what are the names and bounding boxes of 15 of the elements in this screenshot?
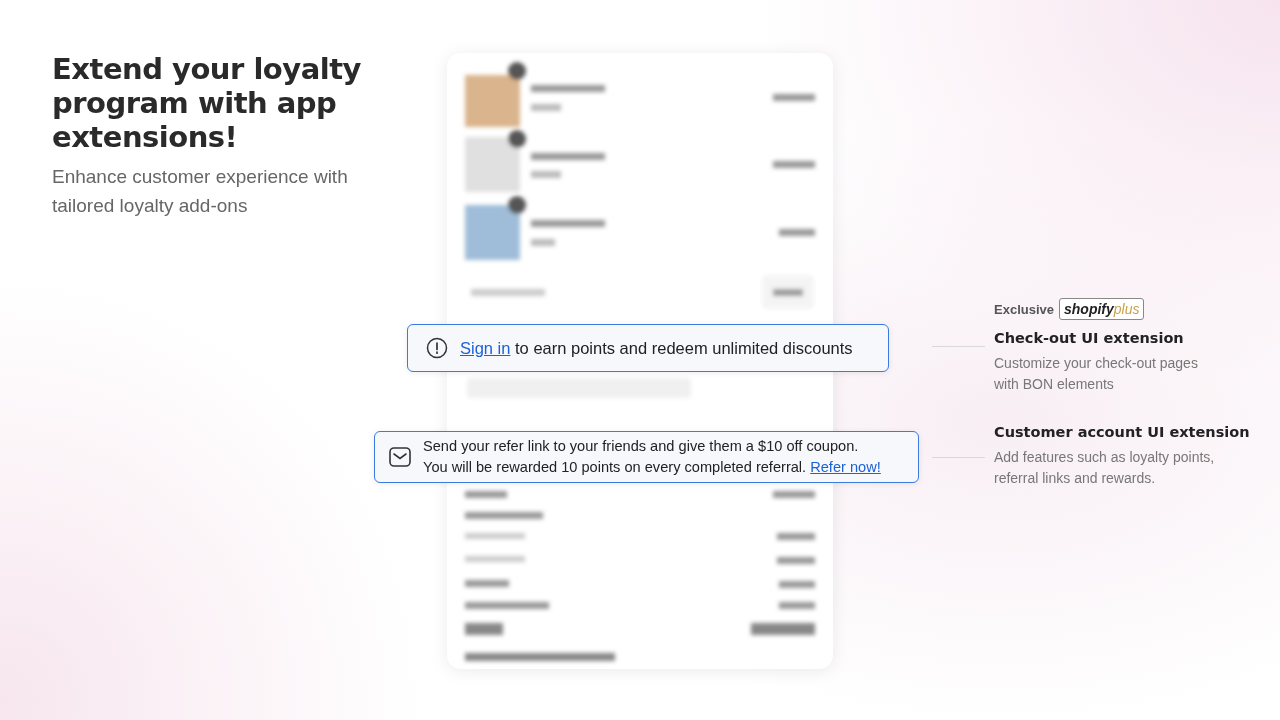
envelope-icon bbox=[389, 447, 411, 467]
signin-link[interactable]: Sign in bbox=[460, 338, 511, 357]
refer-now-link[interactable]: Refer now! bbox=[810, 459, 881, 475]
exclusive-label: Exclusive bbox=[994, 301, 1054, 317]
hero-subtitle: Enhance customer experience with tailored loyalty add-ons bbox=[52, 165, 349, 218]
feature-title: Check-out UI extension bbox=[994, 329, 1185, 348]
referral-message: Send your refer link to your friends and give them a $10 off coupon. bbox=[423, 437, 860, 456]
feature-title: Customer account UI extension bbox=[994, 423, 1251, 442]
hero-title: Extend your loyalty program with app extensions! bbox=[52, 52, 362, 154]
feature-description: Add features such as loyalty points, referral links and rewards. bbox=[994, 448, 1216, 488]
signin-message: Sign in to earn points and redeem unlimited discounts bbox=[460, 338, 853, 358]
feature-description: Customize your check-out pages with BON elements bbox=[994, 354, 1199, 394]
alert-icon bbox=[426, 337, 448, 359]
referral-reward-message: You will be rewarded 10 points on every completed referral. Refer now! bbox=[423, 458, 881, 477]
plan-badge: shopifyplus bbox=[1059, 298, 1145, 320]
